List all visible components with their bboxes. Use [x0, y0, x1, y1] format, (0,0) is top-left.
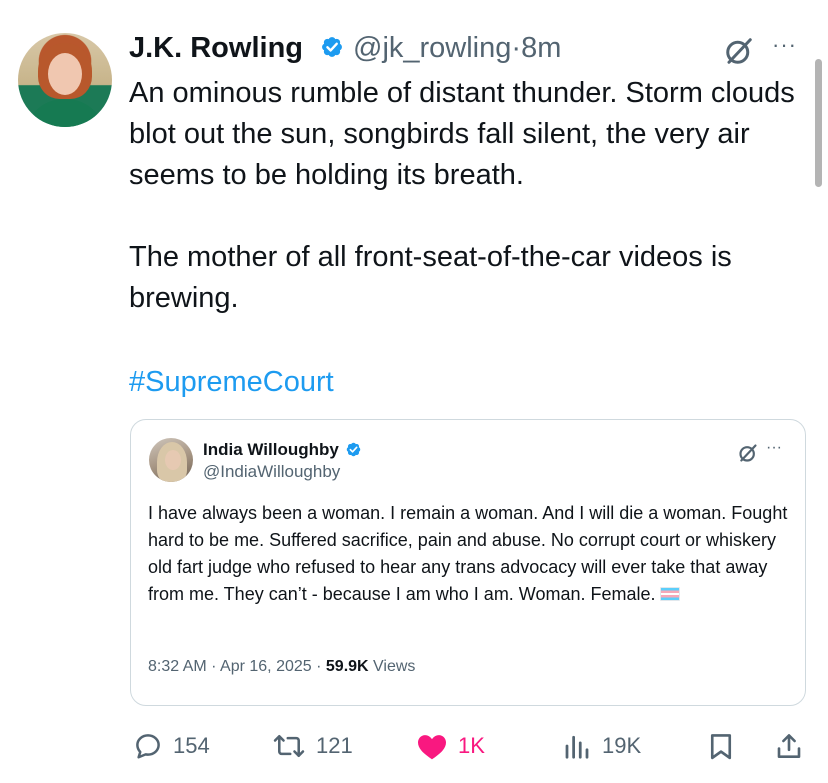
- views-icon: [565, 735, 589, 759]
- scrollbar[interactable]: [815, 59, 822, 187]
- quote-author-name[interactable]: India Willoughby: [203, 440, 339, 460]
- repost-button[interactable]: 121: [272, 731, 353, 761]
- bookmark-icon: [710, 734, 732, 760]
- like-count: 1K: [458, 733, 485, 758]
- avatar-shoulders: [24, 99, 106, 127]
- quote-more-icon[interactable]: ···: [766, 440, 782, 456]
- author-avatar[interactable]: [18, 33, 112, 127]
- quote-timestamp[interactable]: 8:32 AM · Apr 16, 2025 ·: [148, 658, 326, 675]
- trans-flag-emoji: [659, 587, 680, 601]
- quote-views-count: 59.9K: [325, 658, 369, 675]
- grok-icon[interactable]: [724, 36, 754, 66]
- views-button[interactable]: 19K: [562, 731, 641, 761]
- repost-icon: [273, 735, 305, 757]
- quote-avatar-face: [165, 450, 181, 470]
- author-name[interactable]: J.K. Rowling: [129, 31, 303, 65]
- post-time[interactable]: 8m: [521, 32, 561, 64]
- more-icon[interactable]: ···: [772, 34, 797, 56]
- author-handle[interactable]: @jk_rowling: [353, 32, 511, 64]
- reply-icon: [136, 734, 160, 759]
- reply-button[interactable]: 154: [133, 731, 210, 761]
- quote-text: I have always been a woman. I remain a w…: [148, 500, 798, 608]
- share-icon: [777, 734, 801, 758]
- tweet-paragraph-1: An ominous rumble of distant thunder. St…: [129, 77, 795, 191]
- reply-count: 154: [173, 733, 210, 758]
- heart-icon: [418, 735, 446, 760]
- tweet-text: An ominous rumble of distant thunder. St…: [129, 73, 799, 319]
- repost-count: 121: [316, 733, 353, 758]
- avatar-face: [48, 53, 82, 95]
- views-count: 19K: [602, 733, 642, 758]
- handle-separator: ·: [511, 32, 522, 64]
- author-handle-line[interactable]: @jk_rowling·8m: [353, 31, 561, 65]
- quote-verified-badge-icon: [346, 442, 361, 457]
- hashtag-link[interactable]: #SupremeCourt: [129, 362, 334, 403]
- quote-author-handle[interactable]: @IndiaWilloughby: [203, 462, 340, 482]
- verified-badge-icon: [322, 37, 342, 57]
- quote-author-avatar[interactable]: [149, 438, 193, 482]
- quote-views-label: Views: [368, 658, 416, 675]
- like-button[interactable]: 1K: [416, 731, 485, 761]
- quote-grok-icon[interactable]: [738, 443, 758, 463]
- bookmark-button[interactable]: [706, 731, 736, 761]
- share-button[interactable]: [774, 731, 804, 761]
- tweet-paragraph-2: The mother of all front-seat-of-the-car …: [129, 241, 732, 314]
- quote-text-body: I have always been a woman. I remain a w…: [148, 503, 788, 604]
- quote-meta: 8:32 AM · Apr 16, 2025 · 59.9K Views: [148, 657, 415, 677]
